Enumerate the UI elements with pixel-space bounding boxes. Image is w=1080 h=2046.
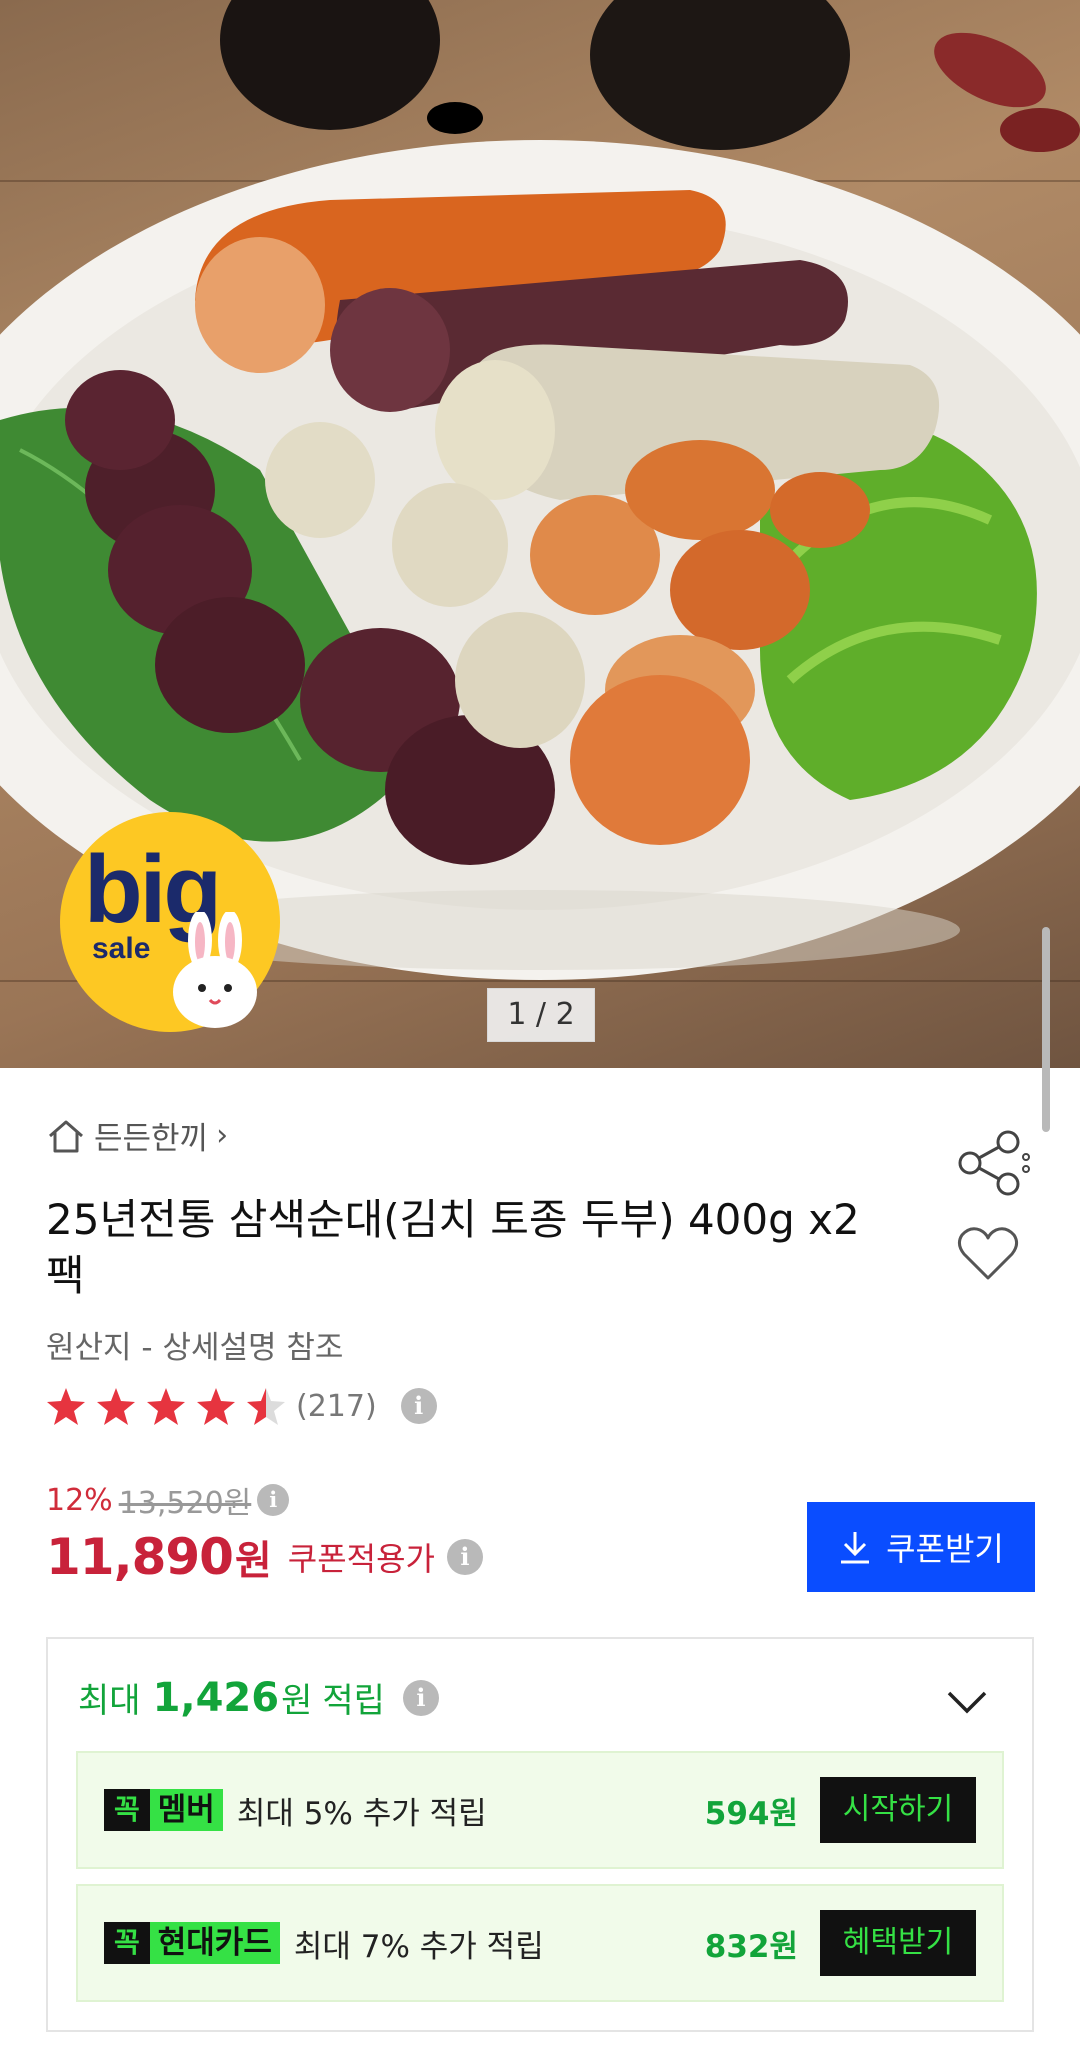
reward-header[interactable]: 최대 1,426 원 적립 i xyxy=(78,1673,439,1722)
reward-unit: 원 xyxy=(281,1681,313,1721)
chevron-down-icon[interactable] xyxy=(946,1689,988,1715)
discount-line: 12% 13,520원 i xyxy=(46,1478,290,1522)
card-tag: 꼭 현대카드 xyxy=(104,1922,280,1964)
share-icon[interactable] xyxy=(956,1130,1032,1196)
tag-label: 멤버 xyxy=(157,1792,215,1828)
member-tag: 꼭 멤버 xyxy=(104,1789,223,1831)
reward-row-member: 꼭 멤버 최대 5% 추가 적립 594원 시작하기 xyxy=(76,1751,1004,1869)
get-benefit-button[interactable]: 혜택받기 xyxy=(820,1910,976,1976)
info-icon[interactable]: i xyxy=(446,1539,483,1575)
review-count[interactable]: (217) xyxy=(296,1389,377,1424)
half-star-icon xyxy=(247,1388,285,1425)
category-breadcrumb[interactable]: 든든한끼 › xyxy=(46,1113,228,1158)
reward-amount: 1,426 xyxy=(152,1674,280,1721)
badge-subtext: sale xyxy=(92,932,151,965)
reward-suffix: 적립 xyxy=(322,1681,385,1721)
chevron-right-icon: › xyxy=(216,1118,229,1153)
info-icon[interactable]: i xyxy=(257,1484,290,1516)
coupon-price-label: 쿠폰적용가 xyxy=(287,1540,435,1578)
category-label: 든든한끼 xyxy=(94,1121,209,1157)
original-price: 13,520원 xyxy=(118,1486,252,1521)
rating-row[interactable]: (217) i xyxy=(46,1384,437,1428)
star-icon xyxy=(97,1388,135,1425)
product-image[interactable]: big sale 1 / 2 xyxy=(0,0,1080,1068)
reward-description: 최대 5% 추가 적립 xyxy=(236,1795,487,1832)
get-coupon-label: 쿠폰받기 xyxy=(886,1530,1004,1568)
rabbit-icon xyxy=(173,912,257,1028)
image-counter: 1 / 2 xyxy=(487,988,595,1042)
info-icon[interactable]: i xyxy=(400,1388,437,1424)
get-coupon-button[interactable]: 쿠폰받기 xyxy=(807,1502,1035,1592)
star-rating xyxy=(47,1388,285,1425)
reward-prefix: 최대 xyxy=(78,1681,141,1721)
reward-row-card: 꼭 현대카드 최대 7% 추가 적립 832원 혜택받기 xyxy=(76,1884,1004,2002)
heart-icon[interactable] xyxy=(956,1224,1020,1284)
reward-won: 594원 xyxy=(704,1795,798,1832)
info-icon[interactable]: i xyxy=(402,1679,439,1716)
price-line: 11,890 원 쿠폰적용가 i xyxy=(46,1528,483,1586)
reward-won: 832원 xyxy=(704,1928,798,1965)
discount-percent: 12% xyxy=(46,1482,113,1518)
big-sale-badge: big sale xyxy=(60,812,280,1032)
reward-panel: 최대 1,426 원 적립 i 꼭 멤버 최대 5% 추가 적립 594원 시작… xyxy=(46,1637,1034,2032)
star-icon xyxy=(47,1388,85,1425)
reward-description: 최대 7% 추가 적립 xyxy=(293,1928,544,1965)
star-icon xyxy=(197,1388,235,1425)
final-price: 11,890 xyxy=(46,1528,234,1586)
home-icon xyxy=(49,1120,83,1152)
star-icon xyxy=(147,1388,185,1425)
price-unit: 원 xyxy=(234,1538,272,1584)
kkok-logo: 꼭 xyxy=(104,1789,150,1831)
start-button[interactable]: 시작하기 xyxy=(820,1777,976,1843)
product-title: 25년전통 삼색순대(김치 토종 두부) 400g x2팩 xyxy=(46,1195,860,1300)
origin-info: 원산지 - 상세설명 참조 xyxy=(46,1330,344,1366)
scrollbar[interactable] xyxy=(1042,927,1050,1132)
tag-label: 현대카드 xyxy=(157,1925,272,1961)
kkok-logo: 꼭 xyxy=(104,1922,150,1964)
download-icon xyxy=(841,1532,870,1564)
